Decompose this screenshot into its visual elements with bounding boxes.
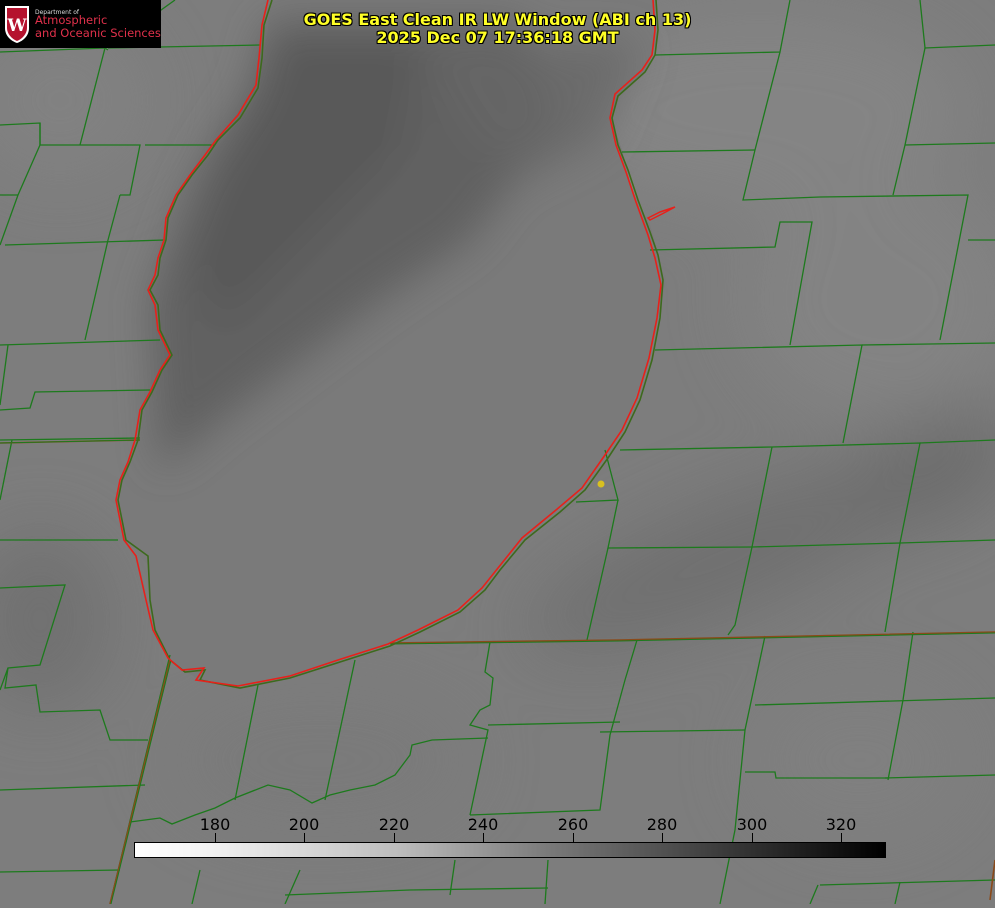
- title-line2: 2025 Dec 07 17:36:18 GMT: [376, 28, 619, 47]
- satellite-image: W Department of Atmospheric and Oceanic …: [0, 0, 995, 905]
- colorbar-tick-label: 200: [288, 815, 320, 834]
- colorbar-tick: [752, 833, 753, 842]
- colorbar-tick-label: 280: [646, 815, 678, 834]
- colorbar-tick: [304, 833, 305, 842]
- colorbar-tick-label: 180: [199, 815, 231, 834]
- colorbar-tick-label: 300: [736, 815, 768, 834]
- colorbar-tick: [841, 833, 842, 842]
- colorbar-tick-label: 320: [825, 815, 857, 834]
- colorbar-tick: [394, 833, 395, 842]
- map-svg: [0, 0, 995, 905]
- title-line1: GOES East Clean IR LW Window (ABI ch 13): [303, 10, 692, 29]
- image-title: GOES East Clean IR LW Window (ABI ch 13)…: [0, 11, 995, 47]
- station-marker: [597, 480, 605, 488]
- colorbar-tick-label: 260: [557, 815, 589, 834]
- colorbar: [134, 842, 886, 858]
- colorbar-tick: [483, 833, 484, 842]
- colorbar-tick: [573, 833, 574, 842]
- colorbar-tick-label: 220: [378, 815, 410, 834]
- colorbar-tick: [662, 833, 663, 842]
- colorbar-tick: [215, 833, 216, 842]
- colorbar-tick-label: 240: [467, 815, 499, 834]
